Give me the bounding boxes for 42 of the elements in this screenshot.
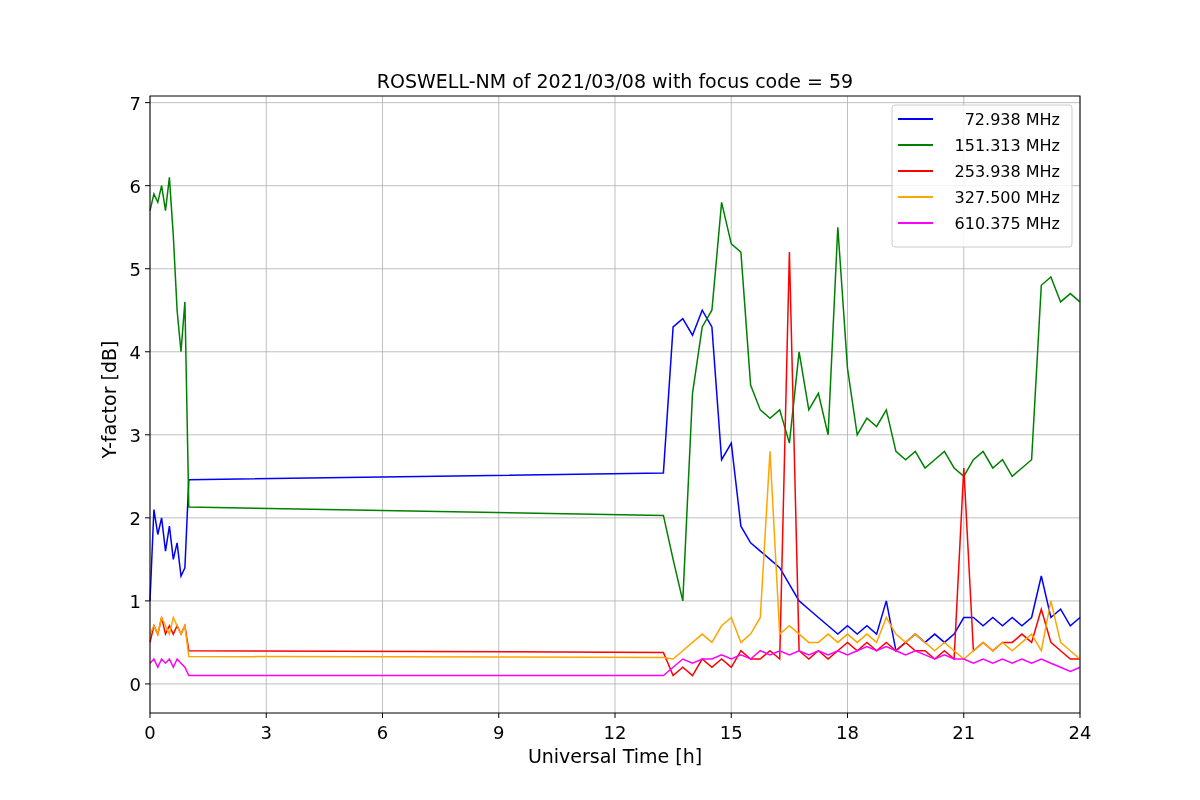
x-axis-title: Universal Time [h] bbox=[527, 745, 703, 767]
legend-label: 253.938 MHz bbox=[954, 162, 1060, 181]
x-tick-label: 24 bbox=[1068, 722, 1092, 743]
y-tick-label: 1 bbox=[129, 590, 141, 612]
y-tick-label: 5 bbox=[129, 258, 141, 280]
x-tick-label: 12 bbox=[603, 722, 627, 743]
y-tick-label: 4 bbox=[129, 341, 141, 363]
tick-mark bbox=[498, 712, 500, 719]
tick-mark bbox=[614, 712, 616, 719]
x-tick-label: 9 bbox=[493, 722, 505, 743]
y-tick-label: 3 bbox=[129, 424, 141, 446]
tick-mark bbox=[144, 517, 151, 519]
y-tick-label: 7 bbox=[129, 92, 141, 114]
tick-mark bbox=[144, 600, 151, 602]
tick-mark bbox=[265, 712, 267, 719]
x-tick-label: 21 bbox=[952, 722, 976, 743]
x-tick-label: 3 bbox=[260, 722, 272, 743]
tick-mark bbox=[144, 102, 151, 104]
legend-label: 610.375 MHz bbox=[954, 214, 1060, 233]
tick-mark bbox=[144, 351, 151, 353]
tick-mark bbox=[730, 712, 732, 719]
legend-label: 72.938 MHz bbox=[964, 110, 1060, 129]
x-tick-label: 0 bbox=[144, 722, 156, 743]
tick-mark bbox=[847, 712, 848, 719]
y-axis-title: Y-factor [dB] bbox=[98, 340, 120, 459]
chart-title: ROSWELL-NM of 2021/03/08 with focus code = 59 bbox=[376, 70, 854, 92]
tick-mark bbox=[149, 712, 151, 719]
tick-mark bbox=[144, 434, 151, 436]
tick-mark bbox=[1079, 712, 1081, 719]
x-tick-label: 6 bbox=[376, 722, 389, 743]
tick-mark bbox=[963, 712, 965, 719]
x-tick-label: 15 bbox=[719, 722, 743, 743]
tick-mark bbox=[144, 268, 151, 270]
legend-label: 327.500 MHz bbox=[954, 188, 1060, 207]
tick-mark bbox=[144, 185, 151, 187]
x-tick-label: 18 bbox=[836, 722, 859, 743]
legend-label: 151.313 MHz bbox=[954, 136, 1060, 155]
tick-mark bbox=[382, 712, 383, 719]
tick-mark bbox=[144, 683, 151, 685]
y-tick-label: 6 bbox=[129, 175, 141, 197]
y-tick-label: 0 bbox=[129, 673, 141, 695]
y-tick-label: 2 bbox=[129, 507, 141, 529]
